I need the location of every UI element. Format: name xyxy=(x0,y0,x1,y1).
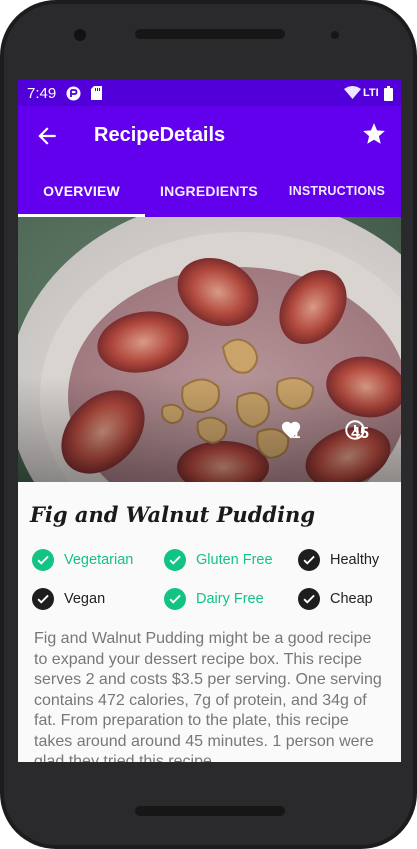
wifi-icon xyxy=(344,86,361,99)
tab-ingredients[interactable]: INGREDIENTS xyxy=(145,164,273,217)
proximity-sensor xyxy=(331,31,339,39)
check-icon xyxy=(298,588,320,610)
front-camera xyxy=(74,29,86,41)
bottom-speaker xyxy=(135,806,285,816)
check-icon xyxy=(298,549,320,571)
badge-label: Vegan xyxy=(64,591,106,607)
badge-cheap: Cheap xyxy=(298,587,373,611)
status-bar: 7:49 LTI xyxy=(18,80,401,106)
tab-overview[interactable]: OVERVIEW xyxy=(18,164,145,217)
check-icon xyxy=(32,549,54,571)
clock-icon xyxy=(345,420,365,440)
earpiece-speaker xyxy=(135,29,285,39)
badge-vegetarian: Vegetarian xyxy=(32,548,133,572)
badge-label: Healthy xyxy=(330,552,380,568)
badge-dairy-free: Dairy Free xyxy=(164,587,264,611)
device-frame: 7:49 LTI RecipeDetails OVERVIEW INGREDIE… xyxy=(0,0,417,849)
battery-icon xyxy=(384,86,393,101)
badge-label: Vegetarian xyxy=(64,552,134,568)
badge-gluten-free: Gluten Free xyxy=(164,548,273,572)
network-type: LTI xyxy=(363,87,379,99)
status-time: 7:49 xyxy=(27,85,57,102)
screen: 7:49 LTI RecipeDetails OVERVIEW INGREDIE… xyxy=(18,80,401,762)
badge-vegan: Vegan xyxy=(32,587,105,611)
likes-count: 1 xyxy=(280,419,312,443)
page-title: RecipeDetails xyxy=(94,124,226,146)
tab-bar: OVERVIEW INGREDIENTS INSTRUCTIONS xyxy=(18,164,401,217)
star-icon[interactable] xyxy=(361,121,387,147)
sd-card-icon xyxy=(91,86,102,100)
notification-app-icon xyxy=(66,86,81,101)
recipe-summary: Fig and Walnut Pudding might be a good r… xyxy=(34,630,382,762)
ready-time: 45 xyxy=(344,419,376,443)
arrow-back-icon[interactable] xyxy=(34,123,60,149)
heart-icon xyxy=(281,421,301,439)
check-icon xyxy=(164,588,186,610)
recipe-image: 1 45 xyxy=(18,217,401,482)
badge-label: Cheap xyxy=(330,591,373,607)
check-icon xyxy=(164,549,186,571)
check-icon xyxy=(32,588,54,610)
badge-label: Gluten Free xyxy=(196,552,273,568)
badge-label: Dairy Free xyxy=(196,591,264,607)
recipe-title: Fig and Walnut Pudding xyxy=(30,502,315,527)
tab-instructions[interactable]: INSTRUCTIONS xyxy=(273,164,401,217)
badge-healthy: Healthy xyxy=(298,548,379,572)
app-bar: RecipeDetails xyxy=(18,106,401,164)
